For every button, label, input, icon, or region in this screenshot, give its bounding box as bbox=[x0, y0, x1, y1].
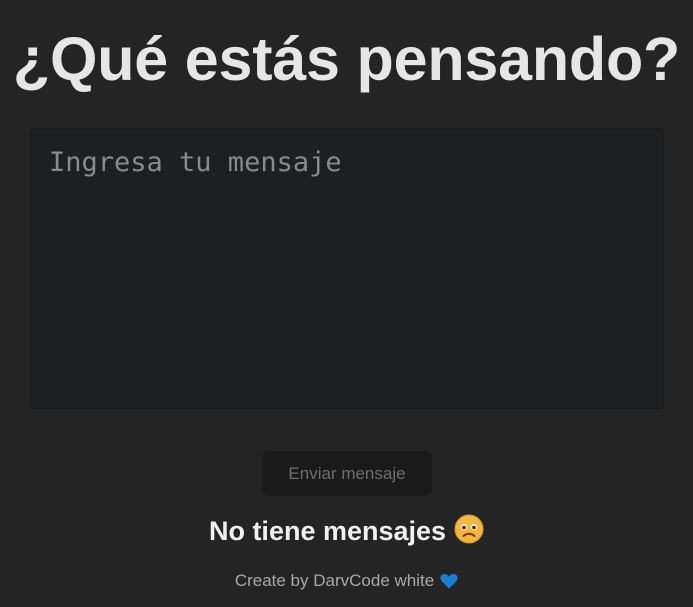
message-input[interactable] bbox=[30, 128, 664, 409]
page-title: ¿Qué estás pensando? bbox=[12, 25, 681, 93]
footer-credit-text: Create by DarvCode white bbox=[234, 571, 435, 590]
blue-heart-icon bbox=[440, 572, 458, 596]
send-message-button[interactable]: Enviar mensaje bbox=[262, 451, 432, 496]
empty-messages-text: No tiene mensajes bbox=[208, 516, 447, 546]
footer-credit: Create by DarvCode white bbox=[0, 569, 693, 596]
page: ¿Qué estás pensando? Enviar mensaje No t… bbox=[0, 0, 693, 607]
empty-messages-status: No tiene mensajes bbox=[0, 511, 693, 555]
sad-face-icon bbox=[454, 514, 484, 555]
